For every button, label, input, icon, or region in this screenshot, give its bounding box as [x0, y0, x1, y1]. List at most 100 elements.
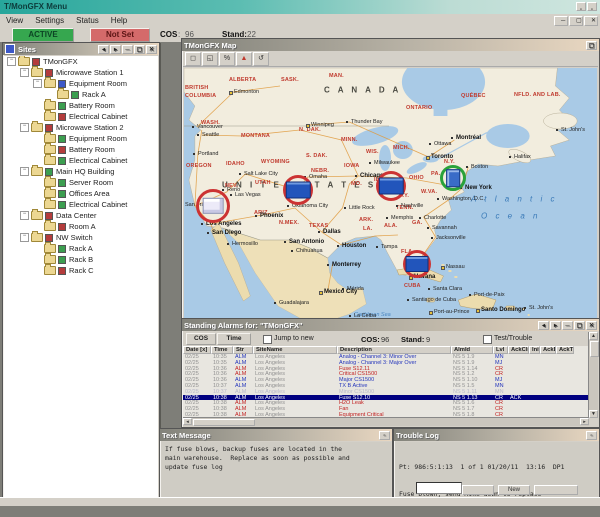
minimize-panel-icon[interactable]: ─ — [122, 45, 133, 54]
alarms-vscrollbar[interactable]: ▲ ▼ — [588, 332, 598, 418]
tree-item[interactable]: Electrical Cabinet — [4, 155, 158, 166]
trouble-log-disabled-button-1[interactable] — [462, 485, 494, 495]
expand-collapse-icon[interactable]: − — [33, 79, 42, 88]
scale-tool-icon[interactable]: % — [219, 52, 235, 66]
expand-collapse-icon[interactable]: − — [20, 123, 29, 132]
folder-icon — [44, 244, 56, 253]
expand-collapse-icon[interactable]: − — [20, 68, 29, 77]
tree-item[interactable]: −NW Switch — [4, 232, 158, 243]
tree-item[interactable]: Rack C — [4, 265, 158, 276]
tree-item-label: Equipment Room — [69, 134, 127, 143]
alarms-prev-icon[interactable]: ◂ — [538, 321, 549, 330]
tree-item[interactable]: Battery Room — [4, 144, 158, 155]
expand-collapse-icon[interactable]: − — [7, 57, 16, 66]
window-titlebar: T/MonGFX Menu ▫ ▫ — [0, 0, 600, 14]
tree-item[interactable]: − Microwave Station 2 — [4, 122, 158, 133]
trouble-log-titlebar: Trouble Log ▫ — [394, 429, 599, 441]
next-icon[interactable]: ▸ — [110, 45, 121, 54]
prev-icon[interactable]: ◂ — [98, 45, 109, 54]
folder-icon — [44, 178, 56, 187]
tree-item[interactable]: Rack A — [4, 89, 158, 100]
pan-tool-icon[interactable]: ↺ — [253, 52, 269, 66]
folder-icon — [31, 68, 43, 77]
expand-collapse-icon[interactable]: − — [20, 167, 29, 176]
restore-icon[interactable]: ▫ — [576, 2, 586, 11]
tree-item-label: Microwave Station 2 — [56, 123, 124, 132]
select-tool-icon[interactable]: ◻ — [185, 52, 201, 66]
jump-to-new-checkbox[interactable] — [263, 335, 272, 344]
cos-sort-button[interactable]: COS — [186, 333, 216, 345]
map-view[interactable]: C A N A D AU N I T E D S T A T E SA t l … — [184, 68, 597, 318]
tree-item[interactable]: Rack B — [4, 254, 158, 265]
column-header[interactable]: Init — [529, 346, 540, 354]
trouble-log-new-button[interactable]: New — [498, 485, 530, 495]
text-message-restore-icon[interactable]: ▫ — [379, 431, 390, 440]
test-trouble-checkbox[interactable] — [483, 335, 492, 344]
trouble-log-disabled-button-2[interactable] — [534, 485, 578, 495]
menu-status[interactable]: Status — [70, 16, 105, 25]
site-marker-san-francisco[interactable] — [196, 189, 230, 223]
alarms-close-icon[interactable]: ✕ — [586, 321, 597, 330]
column-header[interactable]: Time — [211, 346, 233, 354]
column-header[interactable]: AckTm — [556, 346, 574, 354]
alarms-minimize-icon[interactable]: ─ — [562, 321, 573, 330]
minimize-icon[interactable]: ─ — [554, 16, 568, 26]
tree-item[interactable]: Electrical Cabinet — [4, 111, 158, 122]
expand-collapse-icon[interactable]: − — [20, 211, 29, 220]
tree-item[interactable]: Equipment Room — [4, 133, 158, 144]
maximize-window-icon[interactable]: ▢ — [569, 16, 583, 26]
status-square-icon — [58, 245, 66, 253]
alarms-next-icon[interactable]: ▸ — [550, 321, 561, 330]
time-sort-button[interactable]: Time — [217, 333, 251, 345]
tree-item[interactable]: Offices Area — [4, 188, 158, 199]
maximize-icon[interactable]: ▫ — [587, 2, 597, 11]
zoom-tool-icon[interactable]: ◱ — [202, 52, 218, 66]
expand-collapse-icon[interactable]: − — [20, 233, 29, 242]
tree-item[interactable]: −TMonGFX — [4, 56, 158, 67]
alarm-filter-icon[interactable]: ▲ — [236, 52, 252, 66]
column-header[interactable]: Lvl — [493, 346, 508, 354]
column-header[interactable]: AlmId — [451, 346, 493, 354]
tree-item[interactable]: Electrical Cabinet — [4, 199, 158, 210]
city-dot — [344, 207, 346, 209]
menu-help[interactable]: Help — [105, 16, 133, 25]
tree-item[interactable]: −Microwave Station 1 — [4, 67, 158, 78]
active-button[interactable]: ACTIVE — [12, 28, 74, 42]
alarms-maximize-icon[interactable]: ▢ — [574, 321, 585, 330]
column-header[interactable]: AckClr — [508, 346, 529, 354]
jump-to-new-label: Jump to new — [274, 335, 314, 342]
column-header[interactable]: SiteName — [253, 346, 337, 354]
text-message-body: If fuse blows, backup fuses are located … — [161, 442, 391, 497]
menu-view[interactable]: View — [0, 16, 29, 25]
column-header[interactable]: AckDt — [540, 346, 556, 354]
city-dot — [428, 288, 430, 290]
alarms-hscrollbar[interactable]: ◂ ▸ — [183, 417, 589, 426]
capital-city-dot — [429, 311, 433, 315]
tree-item[interactable]: −Equipment Room — [4, 78, 158, 89]
map-restore-icon[interactable]: ▢ — [586, 41, 597, 50]
site-marker-chicago[interactable] — [376, 171, 406, 201]
tree-item[interactable]: −Data Center — [4, 210, 158, 221]
maximize-panel-icon[interactable]: ▢ — [134, 45, 145, 54]
trouble-log-restore-icon[interactable]: ▫ — [586, 431, 597, 440]
tree-item[interactable]: Room A — [4, 221, 158, 232]
column-header[interactable]: Str — [233, 346, 253, 354]
city-dot — [342, 288, 344, 290]
tree-item[interactable]: −Main HQ Building — [4, 166, 158, 177]
alarms-table[interactable]: Date [x]TimeStrSiteNameDescriptionAlmIdL… — [183, 346, 589, 418]
notset-button[interactable]: Not Set — [90, 28, 150, 42]
column-header[interactable]: Date [x] — [183, 346, 211, 354]
menu-settings[interactable]: Settings — [29, 16, 70, 25]
close-icon[interactable]: ✕ — [584, 16, 598, 26]
column-header[interactable]: Description — [337, 346, 451, 354]
trouble-log-input[interactable] — [416, 482, 462, 494]
site-marker-havana[interactable] — [403, 250, 431, 278]
tree-item[interactable]: Rack A — [4, 243, 158, 254]
tree-item[interactable]: Battery Room — [4, 100, 158, 111]
status-square-icon — [45, 69, 53, 77]
tree-item[interactable]: Server Room — [4, 177, 158, 188]
site-marker-new-york[interactable] — [440, 165, 466, 191]
site-marker-denver[interactable] — [283, 175, 313, 205]
text-message-panel: Text Message ▫ If fuse blows, backup fus… — [159, 428, 393, 499]
close-panel-icon[interactable]: ✕ — [146, 45, 157, 54]
